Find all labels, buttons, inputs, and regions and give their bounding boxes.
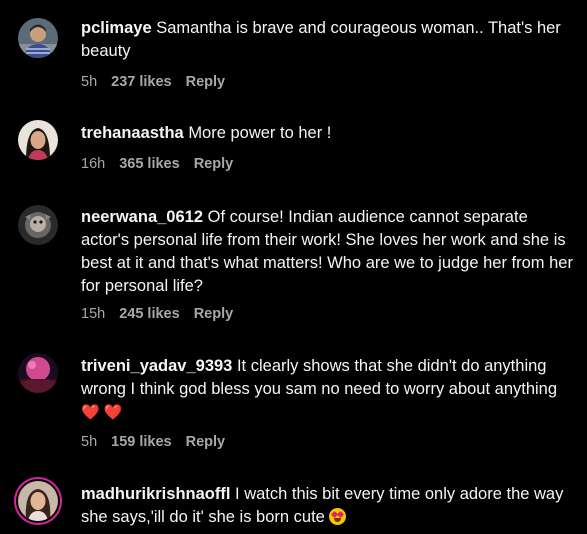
comment-time: 5h: [81, 434, 98, 450]
comment-meta: 16h 365 likes Reply: [81, 156, 247, 172]
comment-likes[interactable]: 237 likes: [111, 74, 171, 90]
profile-photo-icon: [18, 205, 58, 245]
comment-username[interactable]: neerwana_0612: [81, 208, 203, 226]
comment-username[interactable]: madhurikrishnaoffl: [81, 485, 230, 503]
profile-photo-icon: [18, 353, 58, 393]
emoji-mouth: [334, 518, 342, 522]
reply-button[interactable]: Reply: [186, 74, 226, 90]
comment-likes[interactable]: 365 likes: [119, 156, 179, 172]
avatar[interactable]: [18, 481, 58, 521]
profile-photo-icon: [18, 18, 58, 58]
comment-username[interactable]: triveni_yadav_9393: [81, 357, 232, 375]
comment-time: 15h: [81, 306, 106, 322]
comment-text: neerwana_0612 Of course! Indian audience…: [81, 206, 576, 298]
avatar[interactable]: [18, 353, 58, 393]
avatar[interactable]: [18, 205, 58, 245]
reply-button[interactable]: Reply: [194, 306, 234, 322]
profile-photo-icon: [18, 120, 58, 160]
comment-time: 16h: [81, 156, 106, 172]
comment-text: pclimaye Samantha is brave and courageou…: [81, 17, 576, 63]
comment-text: triveni_yadav_9393 It clearly shows that…: [81, 355, 576, 424]
comment-meta: 5h 159 likes Reply: [81, 434, 239, 450]
avatar[interactable]: [18, 120, 58, 160]
comment-meta: 5h 237 likes Reply: [81, 74, 239, 90]
comment-username[interactable]: trehanaastha: [81, 124, 184, 142]
reply-button[interactable]: Reply: [186, 434, 226, 450]
comment-likes[interactable]: 245 likes: [119, 306, 179, 322]
profile-photo-icon: [18, 481, 58, 521]
comment-body: Samantha is brave and courageous woman..…: [81, 19, 561, 60]
comment-body: More power to her !: [188, 124, 332, 142]
comment-likes[interactable]: 159 likes: [111, 434, 171, 450]
comment-time: 5h: [81, 74, 98, 90]
star-struck-emoji-icon: [329, 508, 347, 525]
reply-button[interactable]: Reply: [194, 156, 234, 172]
avatar[interactable]: [18, 18, 58, 58]
comment-meta: 15h 245 likes Reply: [81, 306, 247, 322]
comment-text: madhurikrishnaoffl I watch this bit ever…: [81, 483, 576, 529]
comment-text: trehanaastha More power to her !: [81, 122, 576, 145]
heart-emoji-icon: ❤️ ❤️: [81, 404, 123, 421]
comment-username[interactable]: pclimaye: [81, 19, 152, 37]
